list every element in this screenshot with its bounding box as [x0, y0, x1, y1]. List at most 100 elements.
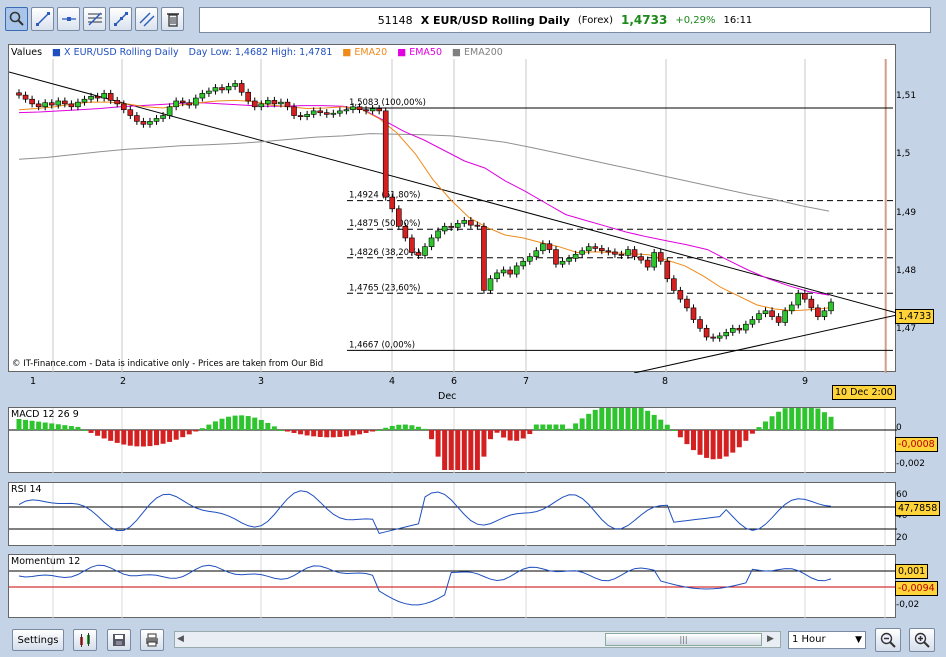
- candle-body: [769, 310, 775, 317]
- zoom-out-icon[interactable]: [875, 628, 901, 652]
- candle-body: [356, 106, 363, 111]
- price-panel[interactable]: 1,5083 (100,00%) 1,4924 (61,80%) 1,4875 (5…: [8, 44, 898, 374]
- macd-bar: [546, 424, 552, 430]
- support-trendline: [633, 314, 898, 374]
- macd-panel[interactable]: MACD 12 26 9: [8, 402, 897, 474]
- macd-bar: [605, 404, 611, 430]
- candle-body: [716, 335, 723, 339]
- candle-body: [572, 253, 579, 259]
- zoom-in-icon[interactable]: [909, 628, 935, 652]
- candle-body: [376, 108, 382, 112]
- macd-bar: [533, 424, 539, 430]
- candle-body: [454, 223, 461, 228]
- candle-body: [559, 260, 566, 265]
- candle-body: [75, 101, 81, 108]
- time-scrollbar[interactable]: ◀ ||| ▶: [174, 631, 781, 648]
- macd-bar: [487, 430, 493, 440]
- save-icon[interactable]: [107, 629, 131, 651]
- macd-bar: [409, 425, 415, 430]
- rsi-panel[interactable]: RSI 14: [8, 482, 897, 547]
- macd-bar: [415, 426, 421, 430]
- candle-body: [415, 252, 422, 256]
- print-icon[interactable]: [140, 629, 164, 651]
- trend-tool-icon[interactable]: [109, 7, 132, 31]
- macd-bar: [769, 416, 775, 430]
- candle-body: [513, 265, 520, 275]
- candle-body: [101, 93, 107, 99]
- candle-body: [618, 253, 625, 256]
- candle-body: [540, 243, 546, 252]
- legend-day-range: Day Low: 1,4682 High: 1,4781: [188, 47, 333, 58]
- macd-bar: [232, 415, 238, 430]
- zoom-tool-icon[interactable]: [5, 7, 28, 31]
- macd-bar: [357, 430, 363, 435]
- x-axis-month: Dec: [438, 391, 457, 402]
- momentum-label: Momentum 12: [11, 556, 81, 567]
- candle-body: [788, 304, 795, 312]
- momentum-panel[interactable]: Momentum 12: [8, 554, 897, 619]
- macd-bar: [147, 430, 153, 447]
- macd-bar: [690, 430, 696, 451]
- candle-body: [140, 121, 147, 125]
- line-tool-icon[interactable]: [31, 7, 54, 31]
- scroll-right-icon[interactable]: ▶: [767, 634, 774, 644]
- legend-ema20: ■ EMA20: [342, 47, 388, 58]
- macd-bar: [298, 430, 304, 435]
- macd-bar: [121, 430, 127, 445]
- macd-bar: [278, 430, 284, 431]
- momentum-top-box: 0,001: [895, 564, 929, 579]
- macd-bar: [658, 419, 664, 430]
- candle-body: [526, 256, 533, 262]
- chart-type-icon[interactable]: [73, 629, 97, 651]
- macd-bar: [579, 418, 585, 430]
- rsi-line: [18, 490, 832, 534]
- candle-body: [795, 293, 802, 306]
- candle-body: [664, 260, 671, 280]
- macd-bar: [370, 430, 376, 432]
- macd-bar: [304, 430, 310, 436]
- macd-bar: [756, 427, 762, 430]
- ema50-line: [18, 102, 830, 296]
- last-price-box: 1,4733: [895, 309, 935, 324]
- candle-body: [343, 109, 350, 112]
- interval-select[interactable]: 1 Hour ▼: [788, 631, 866, 649]
- delete-tool-icon[interactable]: [161, 7, 184, 31]
- macd-bar: [808, 405, 814, 430]
- macd-bar: [88, 430, 94, 433]
- fibonacci-tool-icon[interactable]: [83, 7, 106, 31]
- macd-bar: [599, 406, 605, 430]
- macd-label: MACD 12 26 9: [11, 409, 79, 420]
- macd-bar: [461, 430, 467, 470]
- candle-body: [42, 102, 48, 108]
- macd-bar: [343, 430, 349, 437]
- legend-series: ■ X EUR/USD Rolling Daily: [52, 47, 179, 58]
- candle-body: [762, 310, 769, 315]
- candle-body: [821, 310, 828, 317]
- macd-bar: [723, 430, 729, 457]
- legend-values: Values: [11, 47, 43, 58]
- macd-bar: [337, 430, 343, 437]
- candle-body: [422, 246, 428, 256]
- candle-body: [605, 250, 612, 253]
- rsi-tick-0: 60: [896, 490, 908, 500]
- scrollbar-thumb[interactable]: |||: [605, 633, 762, 646]
- macd-bar: [704, 430, 710, 458]
- macd-bar: [271, 426, 277, 430]
- macd-bar: [140, 430, 146, 447]
- thumb-grip-icon: |||: [679, 635, 688, 644]
- crosshair-tool-icon[interactable]: [57, 7, 80, 31]
- channel-tool-icon[interactable]: [135, 7, 158, 31]
- macd-bar: [573, 423, 579, 430]
- macd-bar: [186, 430, 192, 435]
- scroll-left-icon[interactable]: ◀: [177, 634, 184, 644]
- macd-bar: [42, 422, 48, 430]
- candle-body: [625, 249, 631, 256]
- time-tick: 8: [662, 376, 669, 387]
- macd-bar: [199, 428, 205, 430]
- settings-button[interactable]: Settings: [12, 629, 64, 651]
- candle-body: [62, 100, 68, 105]
- macd-bar: [632, 404, 638, 430]
- candle-body: [808, 298, 815, 309]
- chart-legend: Values ■ X EUR/USD Rolling Daily Day Low…: [11, 47, 503, 58]
- candle-body: [251, 100, 258, 108]
